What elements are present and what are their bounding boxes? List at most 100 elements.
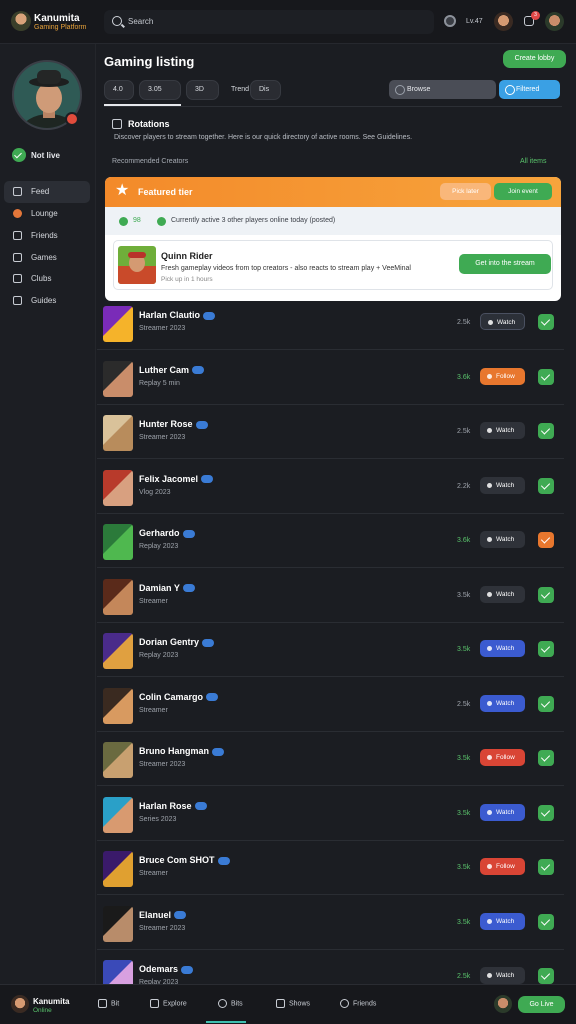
go-live-button[interactable]: Go Live [518, 996, 565, 1013]
check-icon[interactable] [538, 586, 554, 603]
filter-chip[interactable]: 3.05 [139, 80, 181, 100]
creator-name: Gerhardo [139, 528, 195, 538]
check-icon[interactable] [538, 804, 554, 821]
featured-banner: ★ Featured tier Pick later Join event [105, 177, 561, 207]
search-icon [112, 16, 122, 26]
creator-subtitle: Streamer 2023 [139, 761, 186, 768]
sidebar-item-clubs[interactable]: Clubs [4, 268, 90, 290]
row-action-button[interactable]: Follow [480, 367, 525, 385]
sidebar-item-guides[interactable]: Guides [4, 290, 90, 312]
page-title: Gaming listing [104, 54, 195, 69]
get-into-stream-button[interactable]: Get into the stream [459, 254, 551, 274]
bottom-friend-avatar[interactable] [494, 995, 512, 1013]
row-action-button[interactable]: Follow [480, 749, 525, 766]
list-item[interactable]: Dorian Gentry Replay 2023 3.5k Watch [97, 625, 564, 677]
status-icon[interactable] [444, 15, 456, 27]
create-lobby-button[interactable]: Create lobby [503, 50, 566, 68]
explore-icon [150, 999, 159, 1008]
list-item[interactable]: Elanuel Streamer 2023 3.5k Watch [97, 898, 564, 950]
app-logo[interactable] [11, 11, 31, 31]
list-item[interactable]: Colin Camargo Streamer 2.5k Watch [97, 680, 564, 732]
bottom-nav-friends[interactable]: Friends [340, 999, 376, 1008]
filter-chip[interactable]: 3D [186, 80, 219, 100]
user-avatar[interactable] [494, 12, 513, 31]
list-item[interactable]: Hunter Rose Streamer 2023 2.5k Watch [97, 407, 564, 459]
sidebar-item-label: Friends [31, 231, 58, 240]
verified-icon [212, 747, 225, 756]
sidebar-item-games[interactable]: Games [4, 247, 90, 269]
check-icon[interactable] [538, 314, 554, 330]
check-icon[interactable] [538, 695, 554, 712]
verified-icon [217, 856, 230, 865]
bottom-nav-label: Bit [111, 1000, 120, 1008]
sidebar-item-feed[interactable]: Feed [4, 181, 90, 203]
filtered-button[interactable]: Filtered [499, 80, 560, 99]
check-icon[interactable] [538, 368, 554, 385]
section-description: Discover players to stream together. Her… [114, 134, 413, 141]
bottom-avatar[interactable] [11, 995, 29, 1013]
filter-chip[interactable]: 4.0 [104, 80, 134, 100]
row-action-button[interactable]: Watch [480, 967, 525, 984]
row-action-button[interactable]: Watch [480, 422, 525, 439]
sidebar-item-label: Clubs [31, 274, 52, 283]
row-action-button[interactable]: Watch [480, 476, 525, 494]
row-action-button[interactable]: Watch [480, 640, 525, 657]
bottom-nav-bit[interactable]: Bit [98, 999, 119, 1008]
row-action-button[interactable]: Watch [480, 313, 525, 330]
list-item[interactable]: Gerhardo Replay 2023 3.6k Watch [97, 516, 564, 568]
verified-icon [174, 911, 187, 920]
check-icon[interactable] [538, 913, 554, 930]
featured-creator-card[interactable]: Quinn Rider Fresh gameplay videos from t… [113, 240, 553, 290]
check-icon[interactable] [538, 859, 554, 875]
creator-avatar [103, 742, 133, 778]
row-action-button[interactable]: Watch [480, 912, 525, 930]
creator-subtitle: Streamer [139, 870, 168, 877]
check-icon[interactable] [538, 423, 554, 439]
status-label: Lv.47 [466, 18, 483, 25]
creator-avatar [103, 578, 133, 615]
status-count: 98 [133, 217, 141, 224]
row-action-button[interactable]: Watch [480, 531, 525, 548]
active-nav-indicator [206, 1021, 246, 1023]
verified-icon [181, 965, 194, 974]
list-item[interactable]: Harlan Clautio Streamer 2023 2.5k Watch [97, 298, 564, 350]
check-icon[interactable] [538, 641, 554, 657]
row-action-button[interactable]: Follow [480, 858, 525, 875]
creator-avatar [103, 469, 133, 506]
viewer-count: 2.5k [457, 700, 471, 708]
bottom-nav-explore[interactable]: Explore [150, 999, 187, 1008]
search-input[interactable]: Search [128, 17, 153, 26]
row-action-button[interactable]: Watch [480, 585, 525, 603]
filter-chip[interactable]: Dis [250, 80, 281, 100]
bottom-nav-shows[interactable]: Shows [276, 999, 310, 1008]
divider [104, 106, 562, 107]
creator-name-text: Damian Y [139, 582, 180, 593]
search-bar[interactable]: Search [104, 10, 434, 34]
row-action-button[interactable]: Watch [480, 694, 525, 712]
bottom-nav-bits[interactable]: Bits [218, 999, 243, 1008]
filter-chip[interactable]: Trend [222, 80, 249, 100]
check-icon[interactable] [538, 477, 554, 494]
join-event-button[interactable]: Join event [494, 183, 552, 200]
creator-name-text: Elanuel [139, 909, 172, 920]
browse-select[interactable]: Browse [389, 80, 496, 99]
pick-later-button[interactable]: Pick later [440, 183, 491, 200]
check-icon[interactable] [538, 968, 554, 984]
list-item[interactable]: Harlan Rose Series 2023 3.5k Watch [97, 789, 564, 841]
sidebar-item-lounge[interactable]: Lounge [4, 203, 90, 225]
check-icon[interactable] [538, 532, 554, 548]
list-item[interactable]: Felix Jacomel Vlog 2023 2.2k Watch [97, 462, 564, 514]
creator-name-text: Colin Camargo [139, 691, 204, 702]
status-dot-icon [157, 217, 166, 226]
list-item[interactable]: Damian Y Streamer 3.5k Watch [97, 571, 564, 623]
all-items-link[interactable]: All items [520, 158, 546, 165]
creator-name-text: Hunter Rose [139, 419, 193, 429]
check-icon[interactable] [538, 750, 554, 766]
list-item[interactable]: Bruce Com SHOT Streamer 3.5k Follow [97, 843, 564, 895]
list-item[interactable]: Luther Cam Replay 5 min 3.6k Follow [97, 353, 564, 405]
creator-name: Luther Cam [139, 365, 205, 375]
list-item[interactable]: Bruno Hangman Streamer 2023 3.5k Follow [97, 734, 564, 786]
profile-menu-avatar[interactable] [545, 12, 564, 31]
row-action-button[interactable]: Watch [480, 803, 525, 821]
sidebar-item-friends[interactable]: Friends [4, 225, 90, 247]
